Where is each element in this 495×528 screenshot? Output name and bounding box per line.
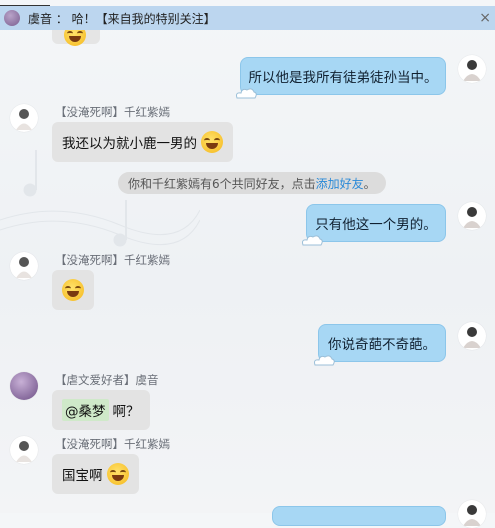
laughing-tears-icon [62, 279, 84, 301]
notice-suffix: 。 [363, 176, 376, 191]
message-text: 国宝啊 [62, 468, 103, 484]
avatar[interactable] [458, 55, 486, 83]
sender-name: 【没淹死啊】千红紫嫣 [55, 105, 170, 119]
avatar[interactable] [458, 202, 486, 230]
message-bubble-outgoing[interactable]: 你说奇葩不奇葩。 [314, 324, 446, 366]
message-text: 啊？ [112, 404, 140, 420]
message-bubble-outgoing[interactable] [272, 506, 446, 526]
avatar[interactable] [458, 322, 486, 350]
mutual-friends-notice: 你和千红紫嫣有6个共同好友，点击 添加好友 。 [118, 172, 386, 194]
message-text: 只有他这一个男的。 [315, 217, 437, 233]
message-text: 你说奇葩不奇葩。 [328, 337, 436, 353]
avatar[interactable] [10, 436, 38, 464]
message-text: 所以他是我所有徒弟徒孙当中。 [248, 70, 438, 86]
avatar[interactable] [10, 252, 38, 280]
message-bubble-incoming[interactable]: 国宝啊 [52, 454, 139, 494]
special-follow-banner[interactable]: 虞音 ： 哈！【来自我的特别关注】 × [0, 6, 495, 30]
avatar [4, 10, 20, 26]
message-bubble-incoming[interactable]: @桑梦 啊？ [52, 390, 150, 430]
laughing-tears-icon [201, 131, 223, 153]
sender-name: 【没淹死啊】千红紫嫣 [55, 437, 170, 451]
banner-text: 虞音 ： 哈！【来自我的特别关注】 [28, 11, 216, 26]
close-icon[interactable]: × [479, 10, 491, 26]
message-bubble-outgoing[interactable]: 所以他是我所有徒弟徒孙当中。 [236, 57, 446, 99]
laughing-tears-icon [106, 463, 129, 485]
message-bubble-outgoing[interactable]: 只有他这一个男的。 [302, 204, 446, 246]
avatar[interactable] [458, 500, 486, 528]
sender-name: 【虐文爱好者】虞音 [55, 373, 159, 387]
cloud-decoration-icon [236, 88, 257, 99]
avatar[interactable] [10, 104, 38, 132]
avatar[interactable] [10, 372, 38, 400]
add-friend-link[interactable]: 添加好友 [316, 175, 364, 192]
cloud-decoration-icon [302, 235, 323, 246]
message-bubble-incoming[interactable]: 我还以为就小鹿一男的 [52, 122, 233, 162]
mention-tag[interactable]: @桑梦 [62, 399, 109, 421]
sender-name: 【没淹死啊】千红紫嫣 [55, 253, 170, 267]
notice-text: 你和千红紫嫣有6个共同好友，点击 [128, 176, 316, 191]
message-bubble-incoming[interactable] [52, 270, 94, 310]
cloud-decoration-icon [314, 355, 335, 366]
message-text: 我还以为就小鹿一男的 [62, 136, 197, 152]
